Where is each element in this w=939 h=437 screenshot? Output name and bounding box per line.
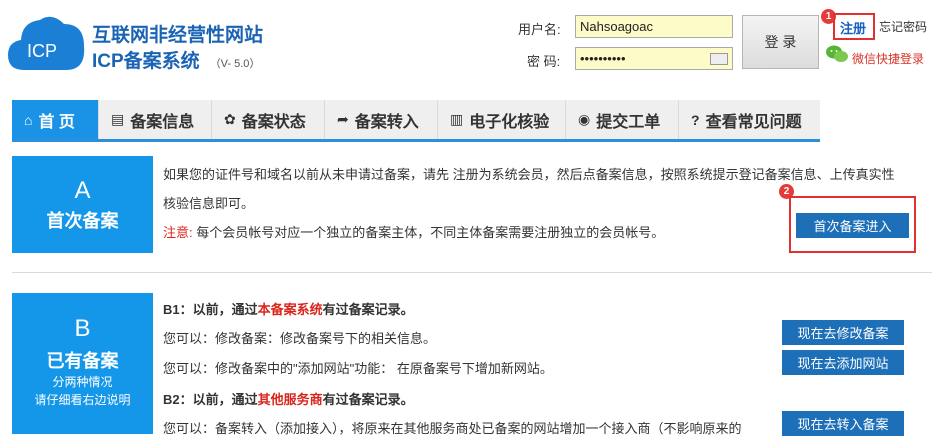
tab-filing-transfer[interactable]: ➦ 备案转入 [325,100,438,139]
tab-label: 查看常见问题 [705,113,802,131]
tab-filing-status[interactable]: ✿ 备案状态 [212,100,325,139]
home-icon: ⌂ [24,111,33,128]
register-link[interactable]: 注册 [840,18,866,37]
logo-text: ICP [27,41,57,61]
user-icon: ◉ [578,111,591,127]
document-icon: ▤ [111,111,125,127]
tab-faq[interactable]: ? 查看常见问题 [679,100,820,139]
first-filing-title: 首次备案 [46,211,119,231]
tab-label: 电子化核验 [469,113,550,131]
first-filing-desc-2: 核验信息即可。 [163,196,255,211]
keyboard-icon[interactable] [710,53,728,65]
note-text: 每个会员帐号对应一个独立的备案主体，不同主体备案需要注册独立的会员帐号。 [192,225,665,240]
password-mask: •••••••••• [580,51,626,66]
icp-cloud-logo: ICP [8,16,85,70]
b2-suffix: 有过备案记录。 [322,392,414,407]
transfer-filing-button[interactable]: 现在去转入备案 [782,411,904,436]
site-title: 互联网非经营性网站 [92,25,264,46]
tab-label: 备案信息 [130,113,195,131]
first-filing-desc-1: 如果您的证件号和域名以前从未申请过备案，请先 注册为系统会员，然后点备案信息，按… [163,167,895,182]
site-subtitle: ICP备案系统 （V- 5.0） [92,46,260,73]
version-label: （V- 5.0） [209,58,261,70]
section-letter-a: A [74,177,91,204]
username-input[interactable]: Nahsoagoac [575,15,733,38]
b1-highlight: 本备案系统 [257,302,323,317]
tab-submit-ticket[interactable]: ◉ 提交工单 [566,100,679,139]
first-filing-button[interactable]: 首次备案进入 [796,213,909,238]
first-filing-note: 注意: 每个会员帐号对应一个独立的备案主体，不同主体备案需要注册独立的会员帐号。 [163,222,664,241]
b2-prefix: B2：以前，通过 [163,392,258,407]
add-site-button[interactable]: 现在去添加网站 [782,350,904,375]
status-icon: ✿ [224,111,236,127]
system-name: ICP备案系统 [92,51,200,72]
existing-filing-note-1: 分两种情况 [52,375,113,389]
b1-suffix: 有过备案记录。 [322,302,414,317]
first-filing-panel: A 首次备案 [12,156,153,253]
b1-prefix: B1：以前，通过 [163,302,258,317]
section-letter-b: B [74,315,91,342]
b1-add-site-desc: 您可以：修改备案中的"添加网站"功能： 在原备案号下增加新网站。 [163,361,553,376]
main-nav: ⌂ 首 页 ▤ 备案信息 ✿ 备案状态 ➦ 备案转入 ▥ 电子化核验 ◉ 提交工单 ? 查看常… [12,100,820,142]
existing-filing-note-2: 请仔细看右边说明 [34,393,131,407]
help-icon: ? [691,111,700,128]
existing-filing-panel: B 已有备案 分两种情况 请仔细看右边说明 [12,293,153,434]
tab-home[interactable]: ⌂ 首 页 [12,100,99,139]
password-label: 密 码: [527,54,561,69]
forgot-password-link[interactable]: 忘记密码 [879,18,927,35]
password-input[interactable]: •••••••••• [575,47,733,70]
b1-heading: B1：以前，通过本备案系统有过备案记录。 [163,299,414,318]
tab-e-verify[interactable]: ▥ 电子化核验 [438,100,566,139]
section-divider [12,272,932,273]
login-button[interactable]: 登 录 [742,15,819,69]
b1-modify-desc: 您可以：修改备案：修改备案号下的相关信息。 [163,331,437,346]
b2-highlight: 其他服务商 [257,392,323,407]
verify-icon: ▥ [450,111,464,127]
b2-transfer-desc: 您可以：备案转入（添加接入），将原来在其他服务商处已备案的网站增加一个接入商（不… [163,421,742,436]
existing-filing-title: 已有备案 [46,351,119,371]
tab-label: 首 页 [38,113,75,131]
transfer-arrow-icon: ➦ [337,111,349,127]
tab-label: 备案状态 [241,113,306,131]
tab-label: 提交工单 [596,113,661,131]
tab-label: 备案转入 [354,113,419,131]
note-label: 注意: [163,225,193,240]
wechat-icon[interactable] [825,44,849,64]
wechat-login-link[interactable]: 微信快捷登录 [852,50,924,67]
modify-filing-button[interactable]: 现在去修改备案 [782,320,904,345]
username-label: 用户名: [518,22,561,37]
tab-filing-info[interactable]: ▤ 备案信息 [99,100,212,139]
b2-heading: B2：以前，通过其他服务商有过备案记录。 [163,389,414,408]
